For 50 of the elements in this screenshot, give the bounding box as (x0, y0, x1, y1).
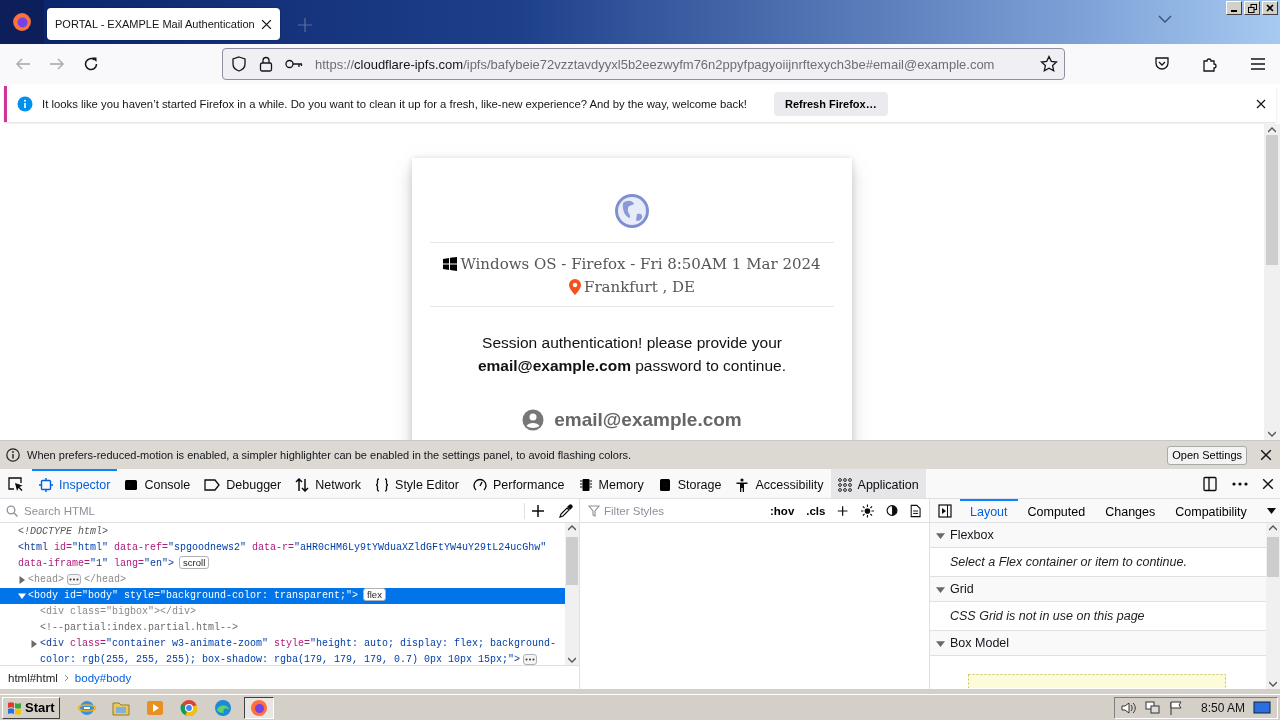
code-line: <html id="html" data-ref="spgoodnews2" data-r="aHR0cHM6Ly9tYWduaXZldGFtYW4uY29tL24ucGhw" (18, 542, 547, 553)
devtools-tab[interactable]: Memory (571, 469, 651, 498)
code-line: <body id="body" style="background-color: transparent;"> (28, 590, 359, 601)
url-text: https://cloudflare-ipfs.com/ipfs/bafybeie72vzztavdyyxl5b2eezwyfm76n2ppyfpagyoiijnrftexych3be#email@example.com (315, 56, 996, 72)
devtools-tab[interactable]: Accessibility (728, 469, 831, 498)
code-line: <!--partial:index.partial.html--> (40, 622, 239, 633)
system-info-text: Windows OS - Firefox - Fri 8:50AM 1 Mar 2024 (460, 255, 821, 273)
refresh-button[interactable]: Refresh Firefox… (773, 92, 888, 116)
code-line: <!DOCTYPE html> (18, 526, 108, 537)
sidebar-tab[interactable]: Compatibility (1165, 499, 1257, 522)
section-title[interactable]: Flexbox (950, 528, 994, 542)
breadcrumb[interactable]: html#html (8, 671, 58, 684)
tab-title: PORTAL - EXAMPLE Mail Authentication (55, 18, 255, 30)
code-line: <div class="container w3-animate-zoom" style="height: auto; display: flex; background- (40, 638, 557, 649)
section-message: CSS Grid is not in use on this page (950, 609, 1145, 623)
breadcrumb[interactable]: body#body (74, 671, 132, 684)
code-line: </head> (84, 574, 127, 585)
address-bar[interactable]: https://cloudflare-ipfs.com/ipfs/bafybeie72vzztavdyyxl5b2eezwyfm76n2ppyfpagyoiijnrftexych3be#email@example.com (222, 48, 1065, 80)
open-settings-button[interactable]: Open Settings (1167, 445, 1247, 465)
section-title[interactable]: Grid (950, 582, 974, 596)
devtools-tab[interactable]: Style Editor (368, 469, 466, 498)
devtools-tab[interactable]: Network (288, 469, 369, 498)
code-line: <div class="bigbox"></div> (40, 606, 197, 617)
notice-text: When prefers-reduced-motion is enabled, a simpler highlighter can be enabled in the settings panel, to avoid flashing colors. (27, 449, 632, 461)
sidebar-tab[interactable]: Computed (1017, 499, 1096, 522)
sidebar-tab[interactable]: Changes (1095, 499, 1166, 522)
section-message: Select a Flex container or item to continue. (950, 555, 1187, 569)
code-line: color: rgb(255, 255, 255); box-shadow: rgba(179, 179, 179, 0.7) 0px 10px 15px;"> (40, 654, 521, 665)
filter-field[interactable]: Filter Styles (604, 504, 758, 517)
node-badge[interactable]: flex (363, 588, 386, 601)
search-field[interactable]: Search HTML (24, 504, 518, 517)
browser-tab[interactable]: PORTAL - EXAMPLE Mail Authentication (47, 8, 280, 40)
devtools-tab[interactable]: Application (830, 469, 926, 498)
devtools-tab[interactable]: Inspector (32, 469, 118, 498)
section-title[interactable]: Box Model (950, 636, 1010, 650)
rule-toggle-button[interactable]: .cls (806, 504, 826, 517)
clock-time: 8:50 AM (1200, 700, 1245, 715)
notification-text: It looks like you haven’t started Firefox in a while. Do you want to clean it up for a fresh, like-new experience? And by the way, welcome back! (42, 98, 747, 110)
devtools-tab[interactable]: Performance (465, 469, 572, 498)
devtools-tab[interactable]: Debugger (197, 469, 289, 498)
rule-toggle-button[interactable]: :hov (770, 504, 795, 517)
devtools-tab[interactable]: Console (117, 469, 198, 498)
node-badge[interactable]: scroll (179, 556, 210, 569)
devtools-tab[interactable]: Storage (650, 469, 729, 498)
session-message: Session authentication! please provide your email@example.com password to continue. (476, 333, 788, 376)
code-line: <head> (28, 574, 64, 585)
start-button[interactable]: Start (2, 696, 60, 719)
code-line: data-iframe="1" lang="en"> (18, 558, 175, 569)
location-text: Frankfurt , DE (584, 278, 695, 296)
email-label: email@example.com (554, 409, 742, 431)
